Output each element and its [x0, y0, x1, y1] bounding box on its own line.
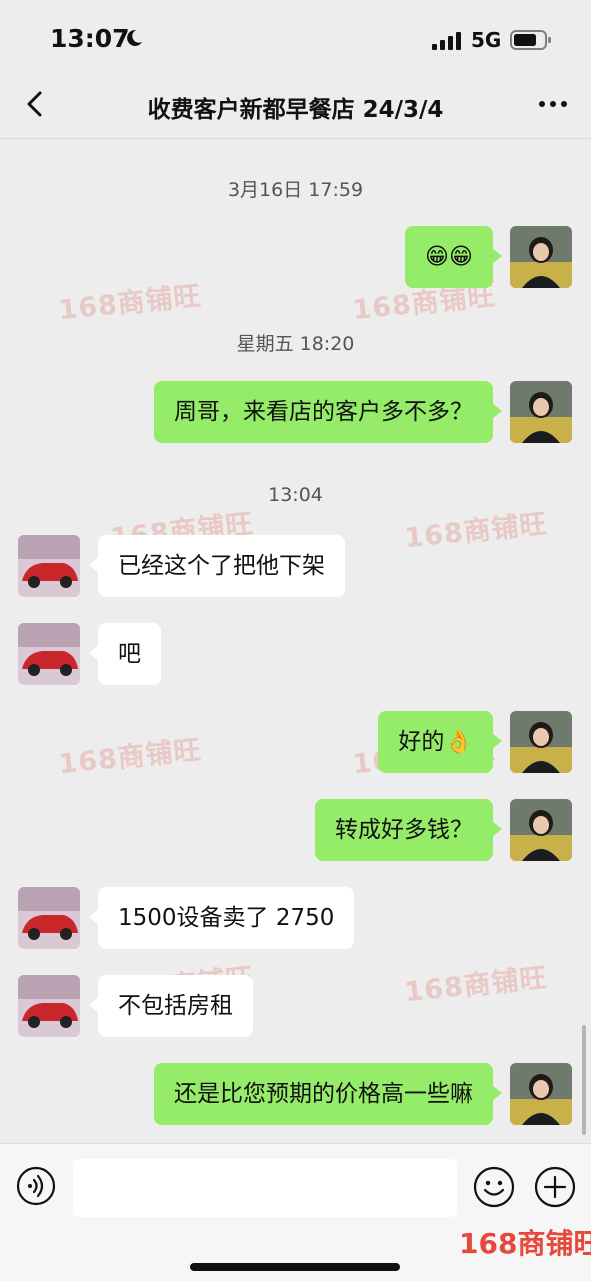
- my-avatar[interactable]: [510, 711, 572, 773]
- message-bubble-sent[interactable]: 周哥，来看店的客户多不多？: [154, 381, 502, 443]
- brand-watermark-logo: 168商铺旺: [459, 1227, 591, 1260]
- message-bubble-sent[interactable]: 还是比您预期的价格高一些嘛: [154, 1063, 502, 1125]
- message-bubble-received[interactable]: 不包括房租: [89, 975, 253, 1037]
- status-time: 13:07: [50, 24, 130, 53]
- my-avatar[interactable]: [510, 799, 572, 861]
- message-row: 1500设备卖了 2750: [0, 887, 591, 951]
- my-avatar[interactable]: [510, 226, 572, 288]
- back-arrow-icon[interactable]: [16, 84, 56, 124]
- message-row: 好的👌: [0, 711, 591, 775]
- message-row: 已经这个了把他下架: [0, 535, 591, 599]
- more-icon[interactable]: [533, 84, 573, 124]
- home-indicator[interactable]: [190, 1263, 400, 1271]
- message-bubble-received[interactable]: 吧: [89, 623, 161, 685]
- timestamp: 星期五 18:20: [236, 333, 355, 355]
- contact-avatar[interactable]: [18, 623, 80, 685]
- message-bubble-received[interactable]: 已经这个了把他下架: [89, 535, 345, 597]
- emoji-icon[interactable]: [473, 1166, 515, 1208]
- message-row: 😁😁: [0, 226, 591, 290]
- message-bubble-sent[interactable]: 😁😁: [405, 226, 502, 288]
- message-input[interactable]: [73, 1159, 457, 1217]
- chat-area[interactable]: 168商铺旺 168商铺旺 168商铺旺 168商铺旺 168商铺旺 168商铺…: [0, 139, 591, 1143]
- chat-header: 收费客户新都早餐店 24/3/4: [0, 70, 591, 139]
- my-avatar[interactable]: [510, 1063, 572, 1125]
- status-bar: 13:07 5G: [0, 0, 591, 70]
- voice-icon[interactable]: [16, 1166, 56, 1206]
- chat-title: 收费客户新都早餐店 24/3/4: [147, 97, 444, 123]
- network-type: 5G: [471, 28, 502, 52]
- timestamp: 13:04: [268, 484, 323, 506]
- message-row: 不包括房租: [0, 975, 591, 1039]
- message-row: 吧: [0, 623, 591, 687]
- battery-icon: [510, 30, 551, 50]
- plus-icon[interactable]: [534, 1166, 576, 1208]
- message-row: 周哥，来看店的客户多不多？: [0, 381, 591, 445]
- my-avatar[interactable]: [510, 381, 572, 443]
- message-row: 转成好多钱？: [0, 799, 591, 863]
- chat-scrollbar[interactable]: [582, 1025, 586, 1135]
- contact-avatar[interactable]: [18, 535, 80, 597]
- contact-avatar[interactable]: [18, 887, 80, 949]
- signal-icon: [432, 32, 461, 50]
- input-bar: 168商铺旺: [0, 1143, 591, 1281]
- moon-icon: [127, 29, 142, 46]
- timestamp: 3月16日 17:59: [227, 179, 364, 201]
- message-row: 还是比您预期的价格高一些嘛: [0, 1063, 591, 1127]
- message-bubble-sent[interactable]: 转成好多钱？: [315, 799, 502, 861]
- message-bubble-sent[interactable]: 好的👌: [378, 711, 502, 773]
- contact-avatar[interactable]: [18, 975, 80, 1037]
- message-bubble-received[interactable]: 1500设备卖了 2750: [88, 887, 355, 949]
